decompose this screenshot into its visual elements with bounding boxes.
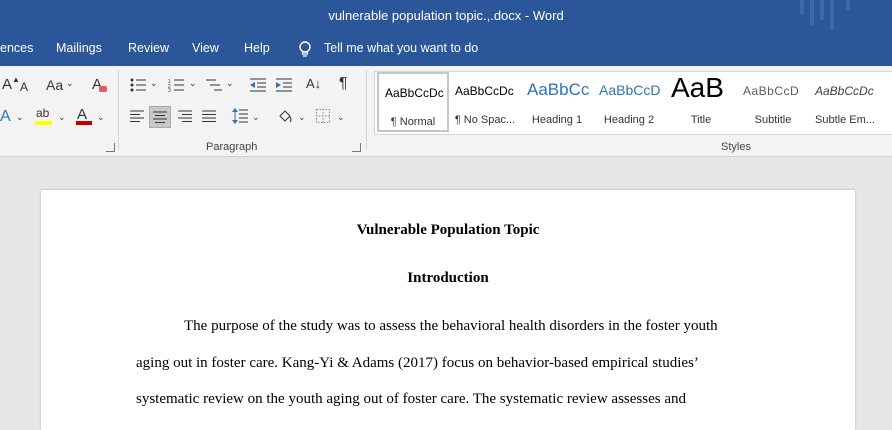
- title-pattern: [810, 0, 814, 26]
- highlight-color-bar: [35, 121, 52, 125]
- title-pattern: [846, 0, 850, 10]
- tab-review[interactable]: Review: [128, 41, 169, 55]
- title-pattern: [820, 0, 824, 20]
- chevron-down-icon[interactable]: ⌄: [97, 112, 105, 123]
- chevron-down-icon[interactable]: ⌄: [226, 78, 234, 89]
- style-title[interactable]: AaB Title: [665, 72, 737, 132]
- grow-font-icon[interactable]: A: [2, 76, 12, 93]
- style-heading-1[interactable]: AaBbCc Heading 1: [521, 72, 593, 132]
- svg-text:3: 3: [168, 88, 171, 92]
- section-heading: Introduction: [407, 270, 489, 286]
- style-sample: AaBbCcDc: [385, 86, 444, 100]
- numbering-icon[interactable]: 1 2 3: [168, 78, 184, 92]
- style-sample: AaBbCcDc: [455, 84, 514, 98]
- chevron-down-icon[interactable]: ⌄: [189, 78, 197, 89]
- style-name: Heading 1: [531, 114, 583, 126]
- paragraph-line: The purpose of the study was to assess t…: [184, 318, 718, 334]
- paragraph-dialog-launcher[interactable]: [352, 143, 361, 152]
- style-name: ¶ Normal: [390, 116, 436, 128]
- paragraph-line: aging out in foster care. Kang-Yi & Adam…: [136, 355, 699, 371]
- title-bar: vulnerable population topic.,.docx - Wor…: [0, 0, 892, 33]
- title-pattern: [830, 0, 834, 30]
- ribbon: A ▲ A Aa ⌄ A A ⌄ ab ⌄ A ⌄ ⌄ 1 2 3 ⌄ ⌄ A↓…: [0, 66, 892, 157]
- eraser-icon: [99, 86, 107, 92]
- style-normal[interactable]: AaBbCcDc ¶ Normal: [377, 72, 449, 132]
- style-sample: AaBbCcD: [599, 82, 661, 98]
- style-name: Title: [690, 114, 712, 126]
- tab-help[interactable]: Help: [244, 41, 270, 55]
- justify-icon[interactable]: [202, 110, 216, 122]
- align-center-button[interactable]: [149, 106, 171, 128]
- group-separator: [366, 70, 367, 150]
- group-separator: [118, 70, 119, 150]
- align-left-icon[interactable]: [130, 110, 144, 122]
- chevron-down-icon[interactable]: ⌄: [252, 112, 260, 123]
- style-sample: AaBbCcDc: [815, 84, 874, 98]
- tab-mailings[interactable]: Mailings: [56, 41, 102, 55]
- style-name: ¶ No Spac...: [454, 114, 516, 126]
- multilevel-list-icon[interactable]: [206, 78, 222, 92]
- document-title: Vulnerable Population Topic: [356, 222, 540, 238]
- style-sample: AaB: [671, 72, 724, 103]
- font-dialog-launcher[interactable]: [106, 143, 115, 152]
- text-effects-icon[interactable]: A: [0, 108, 11, 126]
- lightbulb-icon: [299, 41, 311, 57]
- show-formatting-icon[interactable]: ¶: [339, 75, 348, 93]
- ribbon-tabs: ences Mailings Review View Help Tell me …: [0, 33, 892, 66]
- style-name: Subtitle: [754, 114, 792, 126]
- font-color-bar: [76, 121, 92, 125]
- style-name: Subtle Em...: [815, 114, 875, 126]
- line-spacing-icon[interactable]: [232, 108, 248, 124]
- style-name: Heading 2: [603, 114, 655, 126]
- chevron-down-icon[interactable]: ⌄: [66, 78, 74, 89]
- shrink-font-icon[interactable]: A: [20, 80, 28, 94]
- align-center-icon: [153, 111, 167, 123]
- sort-icon[interactable]: A↓: [306, 76, 321, 91]
- chevron-down-icon[interactable]: ⌄: [16, 112, 24, 123]
- style-sample: AaBbCcD: [743, 84, 800, 98]
- style-subtitle[interactable]: AaBbCcD Subtitle: [737, 72, 809, 132]
- grow-arrow-icon: ▲: [12, 75, 20, 84]
- decrease-indent-icon[interactable]: [250, 78, 266, 92]
- style-sample: AaBbCc: [527, 80, 590, 99]
- tab-references[interactable]: ences: [0, 41, 33, 55]
- bullets-icon[interactable]: [130, 78, 146, 92]
- highlight-icon[interactable]: ab: [36, 106, 49, 120]
- styles-gallery: AaBbCcDc ¶ Normal AaBbCcDc ¶ No Spac... …: [374, 71, 892, 135]
- style-subtle-emphasis[interactable]: AaBbCcDc Subtle Em...: [809, 72, 881, 132]
- align-right-icon[interactable]: [178, 110, 192, 122]
- tab-view[interactable]: View: [192, 41, 219, 55]
- paragraph-line: systematic review on the youth aging out…: [136, 391, 686, 407]
- styles-group-label: Styles: [721, 141, 751, 153]
- shading-icon[interactable]: [277, 108, 293, 124]
- document-page[interactable]: Vulnerable Population Topic Introduction…: [41, 190, 855, 430]
- style-heading-2[interactable]: AaBbCcD Heading 2: [593, 72, 665, 132]
- change-case-icon[interactable]: Aa: [46, 77, 63, 93]
- chevron-down-icon[interactable]: ⌄: [58, 112, 66, 123]
- style-no-spacing[interactable]: AaBbCcDc ¶ No Spac...: [449, 72, 521, 132]
- chevron-down-icon[interactable]: ⌄: [298, 112, 306, 123]
- increase-indent-icon[interactable]: [276, 78, 292, 92]
- tell-me-search[interactable]: Tell me what you want to do: [324, 41, 478, 55]
- borders-icon[interactable]: [316, 109, 330, 123]
- chevron-down-icon[interactable]: ⌄: [337, 112, 345, 123]
- title-pattern: [800, 0, 804, 14]
- paragraph-group-label: Paragraph: [206, 141, 258, 153]
- window-title: vulnerable population topic.,.docx - Wor…: [328, 8, 564, 23]
- chevron-down-icon[interactable]: ⌄: [150, 78, 158, 89]
